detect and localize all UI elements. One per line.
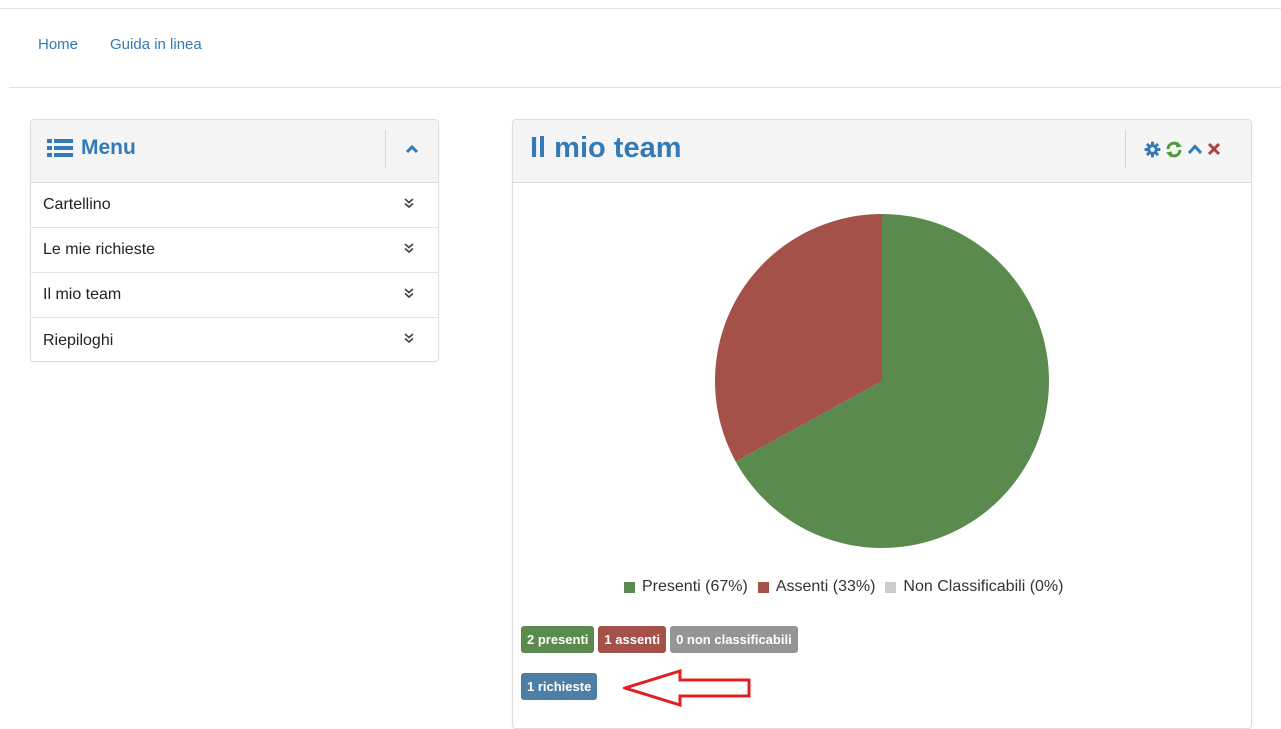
- top-divider: [0, 8, 1281, 9]
- menu-title-label: Menu: [81, 136, 136, 159]
- non-classificabili-badge[interactable]: 0 non classificabili: [670, 626, 798, 653]
- double-chevron-down-icon: [404, 286, 414, 304]
- legend-swatch: [757, 581, 769, 593]
- team-pie-chart: [714, 213, 1050, 549]
- menu-item-riepiloghi[interactable]: Riepiloghi: [31, 318, 438, 363]
- chevron-up-icon: [405, 144, 419, 154]
- legend-entry-assenti: Assenti (33%): [757, 578, 876, 596]
- menu-item-label: Il mio team: [43, 286, 122, 303]
- nav-divider: [9, 87, 1281, 88]
- nav-help-link[interactable]: Guida in linea: [110, 36, 202, 58]
- menu-item-label: Cartellino: [43, 196, 111, 213]
- top-nav: Home Guida in linea: [38, 36, 202, 58]
- refresh-icon[interactable]: [1165, 141, 1183, 158]
- list-icon: [47, 138, 73, 158]
- double-chevron-down-icon: [404, 241, 414, 259]
- richieste-badge[interactable]: 1 richieste: [521, 673, 598, 700]
- assenti-badge[interactable]: 1 assenti: [598, 626, 667, 653]
- team-panel: Il mio team Presenti (67%) Assenti (33%)…: [512, 119, 1252, 729]
- menu-item-cartellino[interactable]: Cartellino: [31, 183, 438, 228]
- legend-label: Presenti (67%): [642, 578, 748, 595]
- menu-panel: Menu Cartellino Le mie richieste Il mio …: [30, 119, 439, 362]
- double-chevron-down-icon: [404, 196, 414, 214]
- close-icon[interactable]: [1207, 142, 1221, 156]
- team-toolbar: [1125, 130, 1251, 168]
- gear-icon[interactable]: [1144, 141, 1161, 158]
- chart-legend: Presenti (67%) Assenti (33%) Non Classif…: [624, 578, 1073, 596]
- menu-item-le-mie-richieste[interactable]: Le mie richieste: [31, 228, 438, 273]
- legend-swatch: [624, 581, 635, 593]
- menu-item-label: Riepiloghi: [43, 331, 114, 349]
- legend-entry-non-classificabili: Non Classificabili (0%): [885, 578, 1063, 596]
- double-chevron-down-icon: [404, 331, 414, 349]
- menu-item-label: Le mie richieste: [43, 241, 156, 258]
- menu-title: Menu: [47, 136, 136, 160]
- annotation-arrow: [619, 668, 753, 712]
- legend-label: Non Classificabili (0%): [903, 578, 1064, 595]
- legend-label: Assenti (33%): [775, 578, 876, 595]
- menu-item-il-mio-team[interactable]: Il mio team: [31, 273, 438, 318]
- status-badges: 2 presenti 1 assenti 0 non classificabil…: [521, 626, 798, 653]
- legend-swatch: [885, 581, 897, 593]
- menu-header: Menu: [31, 120, 438, 183]
- legend-entry-presenti: Presenti (67%): [624, 578, 748, 596]
- chevron-up-icon[interactable]: [1187, 143, 1203, 155]
- team-title: Il mio team: [530, 132, 682, 164]
- nav-home-link[interactable]: Home: [38, 36, 78, 58]
- presenti-badge[interactable]: 2 presenti: [521, 626, 595, 653]
- menu-collapse-button[interactable]: [385, 130, 438, 168]
- team-header: Il mio team: [513, 120, 1251, 183]
